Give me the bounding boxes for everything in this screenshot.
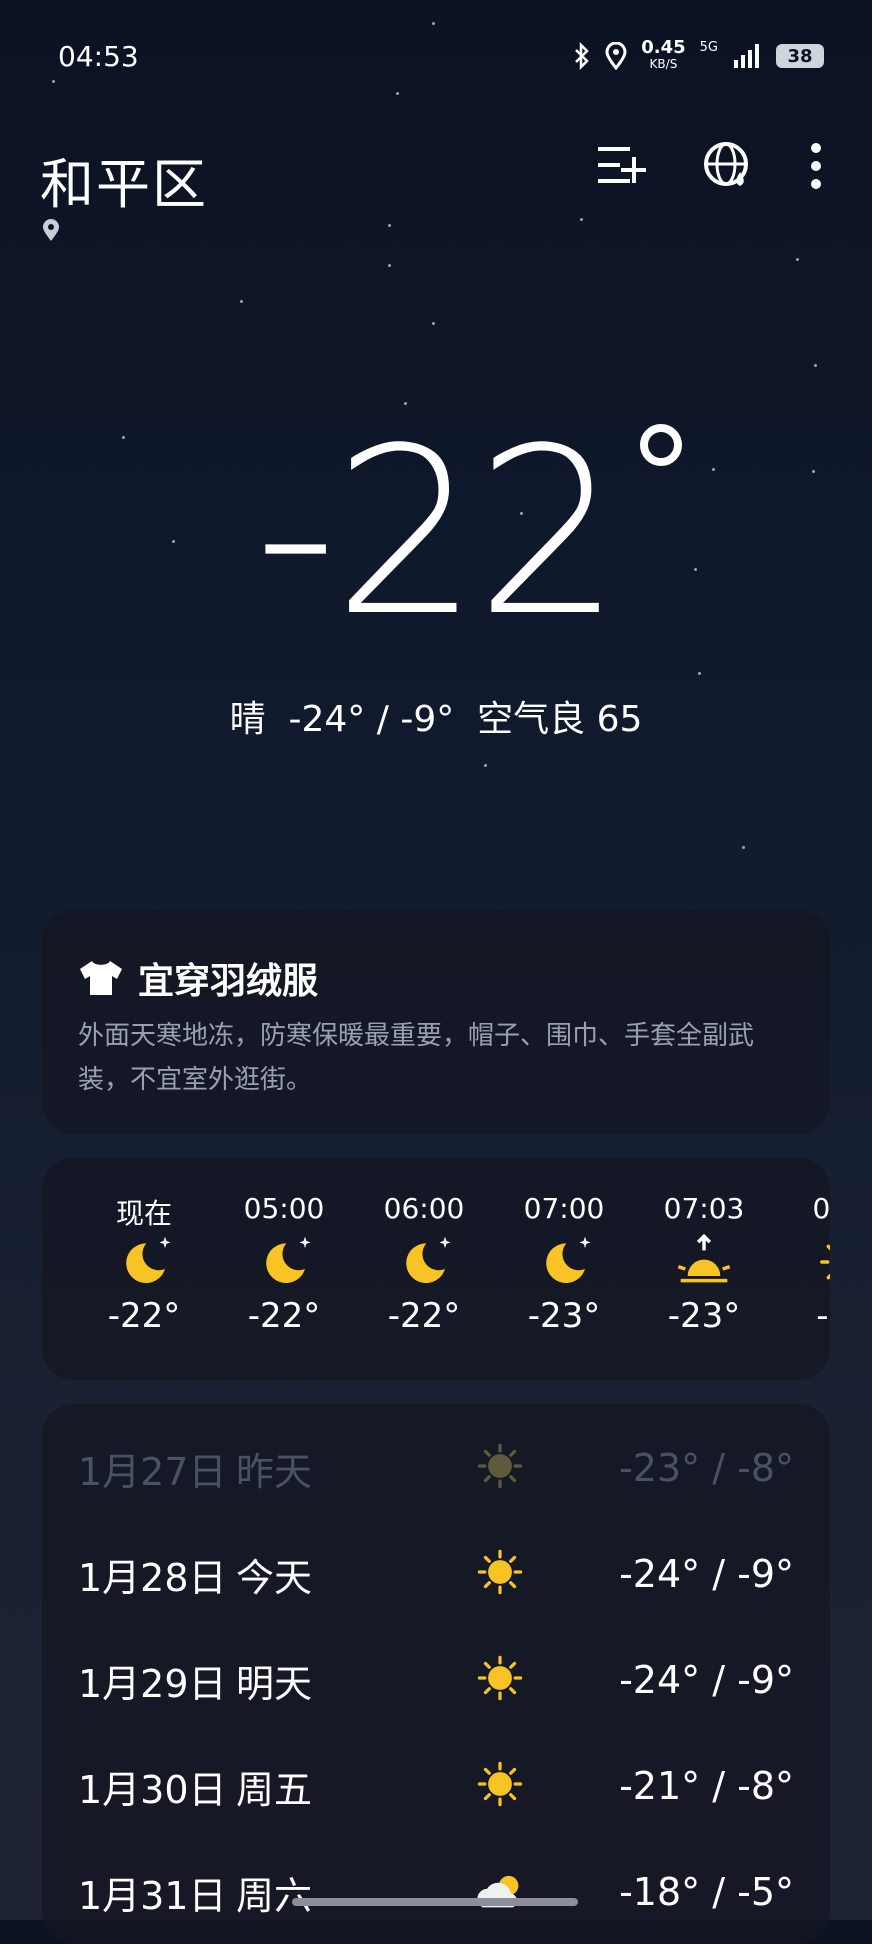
day-date: 1月31日 [78, 1873, 227, 1918]
hour-time: 07:00 [523, 1192, 605, 1225]
hour-temp: -22° [107, 1296, 181, 1336]
daily-forecast-card[interactable]: 1月27日 昨天 -23° / -8° 1月28日 今天 -24° / -9° 1月… [42, 1404, 830, 1944]
day-label: 周五 [236, 1767, 313, 1812]
hourly-item[interactable]: 08:0 -19 [774, 1192, 830, 1336]
moon-star-icon [256, 1228, 312, 1296]
location-pin-icon [43, 219, 59, 241]
hourly-item[interactable]: 06:00 -22° [354, 1192, 494, 1336]
moon-star-icon [396, 1228, 452, 1296]
daily-row[interactable]: 1月28日 今天 -24° / -9° [78, 1544, 794, 1604]
sun-icon [474, 1758, 526, 1819]
current-temperature: -22 [254, 400, 622, 667]
home-indicator[interactable] [292, 1898, 578, 1906]
hour-temp: -22° [247, 1296, 321, 1336]
globe-weather-icon[interactable] [702, 140, 754, 192]
current-summary: 晴 -24° / -9° 空气良 65 [229, 699, 643, 740]
day-label: 明天 [236, 1661, 313, 1706]
status-bar: 04:53 0.45 KB/S 5G 38 [58, 36, 824, 76]
sun-icon [474, 1546, 526, 1607]
clothing-advice-card[interactable]: 宜穿羽绒服 外面天寒地冻，防寒保暖最重要，帽子、围巾、手套全副武装，不宜室外逛街… [42, 910, 830, 1134]
advice-title: 宜穿羽绒服 [138, 961, 319, 1002]
day-date: 1月30日 [78, 1767, 227, 1812]
today-low: -24° [288, 699, 366, 740]
sunrise-icon [676, 1228, 732, 1296]
day-label: 周六 [236, 1873, 313, 1918]
daily-row[interactable]: 1月29日 明天 -24° / -9° [78, 1650, 794, 1710]
cloud-sun-icon [474, 1864, 526, 1925]
day-range: -23° / -8° [619, 1446, 794, 1490]
hour-temp: -23° [527, 1296, 601, 1336]
manage-cities-icon[interactable] [594, 143, 646, 189]
hour-time: 08:0 [812, 1192, 830, 1225]
signal-icon [734, 44, 759, 68]
hourly-item[interactable]: 05:00 -22° [214, 1192, 354, 1336]
moon-star-icon [536, 1228, 592, 1296]
day-label: 今天 [236, 1555, 313, 1600]
location-status-icon [605, 42, 627, 70]
day-range: -24° / -9° [619, 1658, 794, 1702]
hourly-item[interactable]: 07:03 -23° [634, 1192, 774, 1336]
degree-symbol [640, 424, 682, 466]
location-title[interactable]: 和平区 [40, 140, 208, 219]
hour-time: 05:00 [243, 1192, 325, 1225]
hour-time: 现在 [115, 1197, 172, 1230]
day-range: -18° / -5° [619, 1870, 794, 1914]
sun-icon [474, 1440, 526, 1501]
shirt-icon [80, 961, 122, 995]
moon-star-icon [116, 1228, 172, 1296]
hour-temp: -22° [387, 1296, 461, 1336]
hour-temp: -19 [816, 1296, 830, 1336]
day-range: -24° / -9° [619, 1552, 794, 1596]
today-high: -9° [400, 699, 455, 740]
day-label: 昨天 [236, 1449, 313, 1494]
day-date: 1月27日 [78, 1449, 227, 1494]
bluetooth-icon [575, 42, 589, 70]
hourly-item[interactable]: 07:00 -23° [494, 1192, 634, 1336]
daily-row[interactable]: 1月30日 周五 -21° / -8° [78, 1756, 794, 1816]
air-quality[interactable]: 空气良 65 [477, 699, 642, 740]
more-options-icon[interactable] [810, 142, 822, 190]
status-time: 04:53 [58, 39, 139, 73]
hourly-item[interactable]: 现在 -22° [74, 1192, 214, 1336]
sun-icon [474, 1652, 526, 1713]
advice-text: 外面天寒地冻，防寒保暖最重要，帽子、围巾、手套全副武装，不宜室外逛街。 [78, 1021, 755, 1095]
net-unit: KB/S [649, 57, 678, 71]
day-date: 1月28日 [78, 1555, 227, 1600]
hourly-forecast-card[interactable]: 现在 -22° 05:00 -22° 06:00 -22° 07:00 -23° 07:… [42, 1158, 830, 1380]
day-date: 1月29日 [78, 1661, 227, 1706]
daily-row[interactable]: 1月27日 昨天 -23° / -8° [78, 1438, 794, 1498]
day-range: -21° / -8° [619, 1764, 794, 1808]
net-speed: 0.45 [641, 37, 686, 58]
hour-time: 07:03 [663, 1192, 745, 1225]
daily-row[interactable]: 1月31日 周六 -18° / -5° [78, 1862, 794, 1922]
network-type: 5G [699, 40, 718, 55]
battery-icon: 38 [776, 44, 824, 68]
hour-temp: -23° [667, 1296, 741, 1336]
hour-time: 06:00 [383, 1192, 465, 1225]
condition: 晴 [229, 699, 266, 740]
sun-icon [816, 1228, 830, 1296]
